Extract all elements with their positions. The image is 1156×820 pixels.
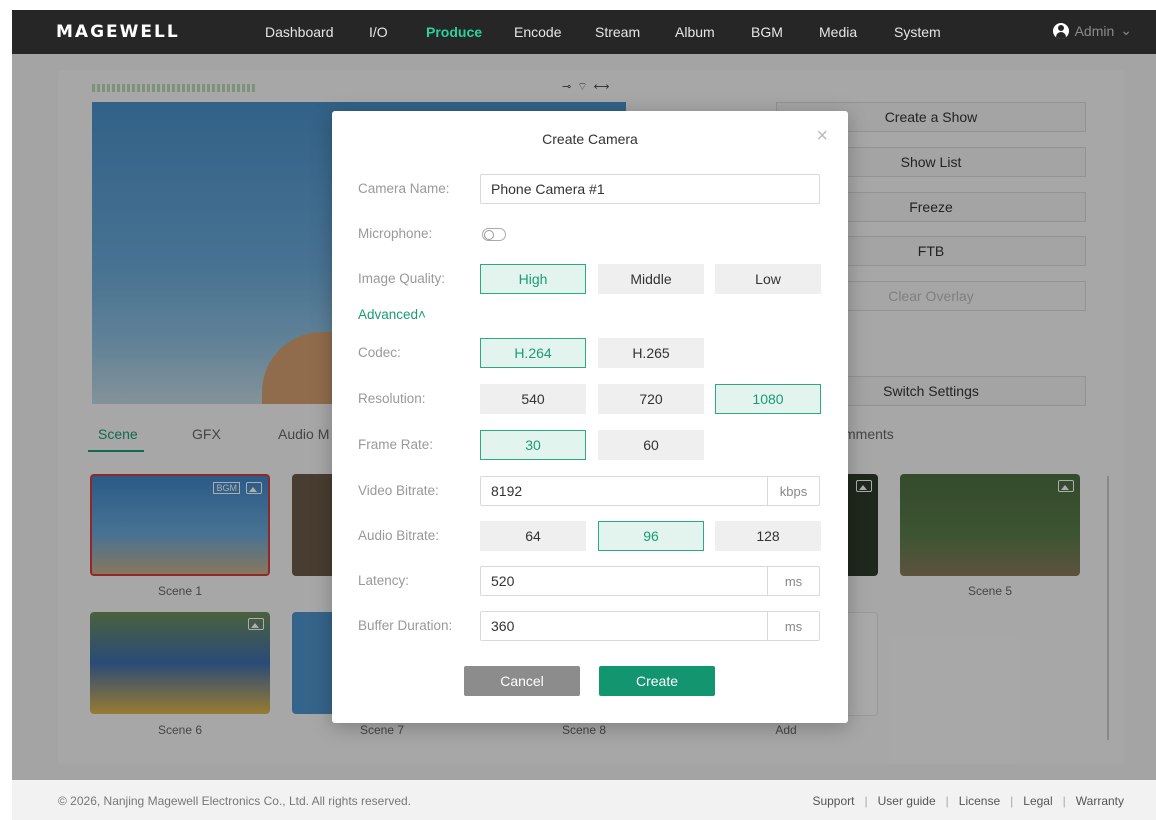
- audio-bitrate-label: Audio Bitrate:: [358, 528, 440, 543]
- divider: |: [945, 794, 949, 808]
- divider: |: [1062, 794, 1066, 808]
- camera-name-input[interactable]: Phone Camera #1: [480, 174, 820, 204]
- chevron-down-icon: ⌄: [1120, 22, 1132, 38]
- divider: |: [1010, 794, 1014, 808]
- camera-name-label: Camera Name:: [358, 181, 450, 196]
- nav-media[interactable]: Media: [819, 24, 857, 40]
- nav-stream[interactable]: Stream: [595, 24, 640, 40]
- video-bitrate-value: 8192: [491, 483, 523, 499]
- nav-album[interactable]: Album: [675, 24, 715, 40]
- copyright-text: © 2026, Nanjing Magewell Electronics Co.…: [58, 794, 412, 808]
- image-quality-middle[interactable]: Middle: [598, 264, 704, 294]
- microphone-label: Microphone:: [358, 226, 433, 241]
- microphone-toggle[interactable]: [482, 228, 506, 241]
- audio-bitrate-128[interactable]: 128: [715, 521, 821, 551]
- magewell-logo[interactable]: MAGEWELL: [56, 22, 180, 42]
- cancel-button[interactable]: Cancel: [464, 666, 580, 696]
- frame-rate-label: Frame Rate:: [358, 437, 434, 452]
- image-quality-low[interactable]: Low: [715, 264, 821, 294]
- top-nav: MAGEWELL Dashboard I/O Produce Encode St…: [12, 10, 1156, 54]
- create-camera-dialog: Create Camera × Camera Name: Phone Camer…: [332, 111, 848, 723]
- footer-link-license[interactable]: License: [959, 794, 1000, 808]
- buffer-duration-label: Buffer Duration:: [358, 618, 453, 633]
- footer-links: Support | User guide | License | Legal | Warrant…: [812, 794, 1124, 808]
- image-quality-label: Image Quality:: [358, 271, 446, 286]
- resolution-label: Resolution:: [358, 391, 426, 406]
- nav-bgm[interactable]: BGM: [751, 24, 783, 40]
- latency-value: 520: [491, 573, 515, 589]
- divider: |: [864, 794, 868, 808]
- dialog-title: Create Camera: [542, 131, 638, 147]
- advanced-toggle[interactable]: Advanced˄: [358, 307, 426, 322]
- footer-link-support[interactable]: Support: [812, 794, 854, 808]
- user-avatar-icon: [1052, 22, 1069, 39]
- video-bitrate-unit: kbps: [767, 477, 819, 505]
- nav-encode[interactable]: Encode: [514, 24, 561, 40]
- close-icon[interactable]: ×: [816, 125, 828, 148]
- video-bitrate-input[interactable]: 8192 kbps: [480, 476, 820, 506]
- audio-bitrate-96[interactable]: 96: [598, 521, 704, 551]
- frame-rate-60[interactable]: 60: [598, 430, 704, 460]
- latency-unit: ms: [767, 567, 819, 595]
- user-menu[interactable]: Admin ⌄: [1052, 22, 1132, 39]
- audio-bitrate-64[interactable]: 64: [480, 521, 586, 551]
- buffer-duration-value: 360: [491, 618, 515, 634]
- create-button[interactable]: Create: [599, 666, 715, 696]
- buffer-duration-input[interactable]: 360 ms: [480, 611, 820, 641]
- codec-h265[interactable]: H.265: [598, 338, 704, 368]
- latency-input[interactable]: 520 ms: [480, 566, 820, 596]
- advanced-label: Advanced: [358, 307, 419, 322]
- image-quality-high[interactable]: High: [480, 264, 586, 294]
- footer-link-warranty[interactable]: Warranty: [1076, 794, 1124, 808]
- resolution-720[interactable]: 720: [598, 384, 704, 414]
- footer-link-legal[interactable]: Legal: [1023, 794, 1052, 808]
- codec-h264[interactable]: H.264: [480, 338, 586, 368]
- nav-dashboard[interactable]: Dashboard: [265, 24, 334, 40]
- footer-link-user-guide[interactable]: User guide: [878, 794, 936, 808]
- resolution-1080[interactable]: 1080: [715, 384, 821, 414]
- buffer-duration-unit: ms: [767, 612, 819, 640]
- latency-label: Latency:: [358, 573, 410, 588]
- resolution-540[interactable]: 540: [480, 384, 586, 414]
- nav-system[interactable]: System: [894, 24, 941, 40]
- user-name: Admin: [1074, 22, 1115, 39]
- nav-io[interactable]: I/O: [369, 24, 388, 40]
- footer: © 2026, Nanjing Magewell Electronics Co.…: [12, 780, 1156, 820]
- codec-label: Codec:: [358, 345, 401, 360]
- nav-produce[interactable]: Produce: [426, 24, 482, 40]
- chevron-up-icon: ˄: [418, 307, 426, 322]
- frame-rate-30[interactable]: 30: [480, 430, 586, 460]
- video-bitrate-label: Video Bitrate:: [358, 483, 439, 498]
